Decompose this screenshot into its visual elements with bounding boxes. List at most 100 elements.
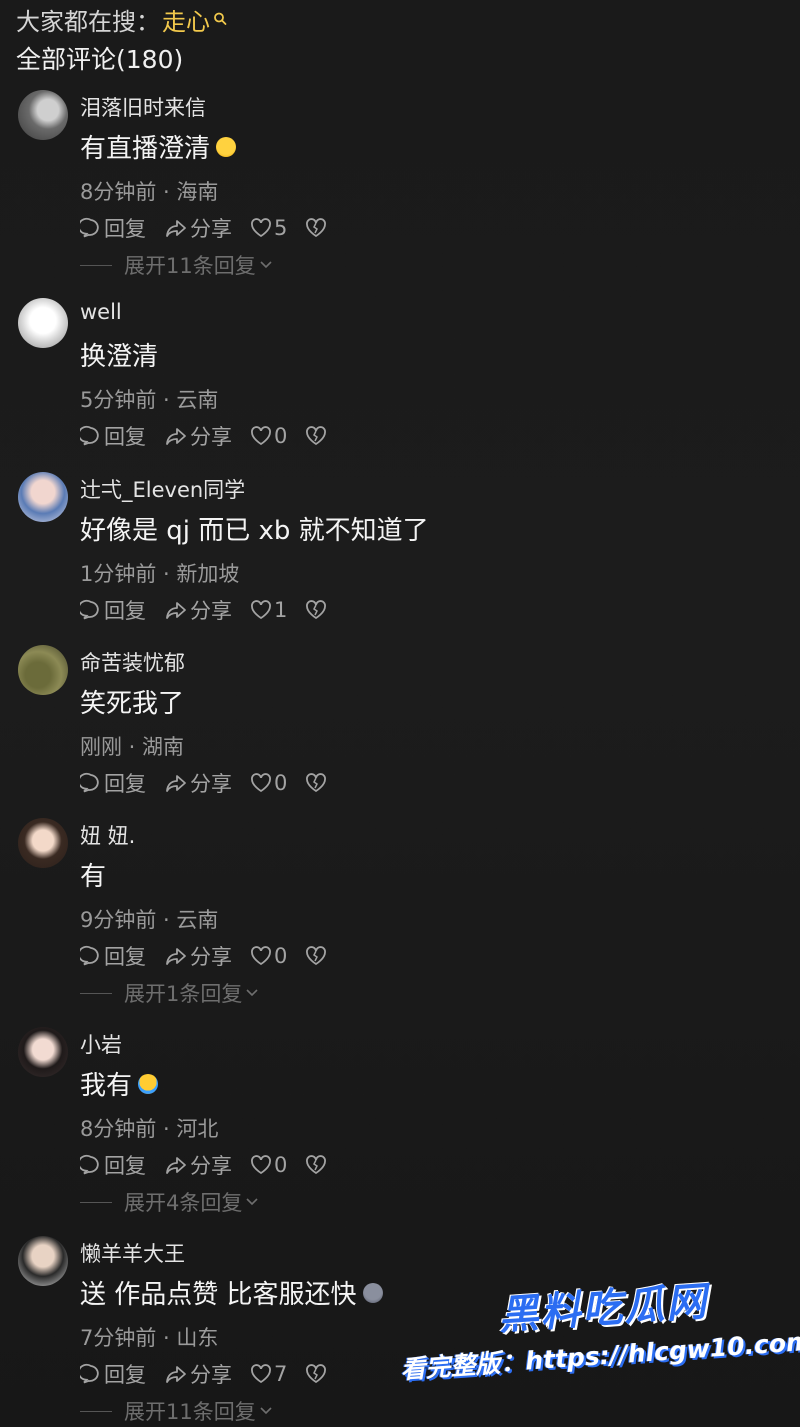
like-button[interactable]: 0 [250, 1153, 287, 1177]
comment-text: 换澄清 [80, 336, 158, 373]
avatar[interactable] [18, 298, 68, 348]
reply-bubble-icon [80, 1154, 99, 1175]
reply-button[interactable]: 回复 [80, 941, 146, 971]
share-label: 分享 [190, 599, 232, 623]
avatar[interactable] [18, 472, 68, 522]
like-count: 0 [274, 944, 288, 968]
expand-replies-button[interactable]: 展开11条回复 [80, 1398, 273, 1424]
share-button[interactable]: 分享 [164, 1150, 232, 1180]
comment-username[interactable]: 辻弌_Eleven同学 [80, 474, 245, 504]
comment-text-content: 换澄清 [80, 342, 159, 372]
reply-button[interactable]: 回复 [80, 421, 146, 451]
comment-actions: 回复 分享 0 [80, 769, 345, 797]
like-button[interactable]: 7 [250, 1362, 287, 1386]
broken-heart-icon [306, 946, 327, 966]
dislike-button[interactable] [305, 1364, 327, 1384]
reply-label: 回复 [104, 772, 146, 796]
reply-button[interactable]: 回复 [80, 1359, 146, 1389]
comment-username[interactable]: 懒羊羊大王 [80, 1238, 185, 1268]
comment-actions: 回复 分享 7 [80, 1360, 345, 1388]
avatar[interactable] [18, 1027, 68, 1077]
comment-username[interactable]: 妞 妞. [80, 820, 135, 850]
heart-icon [251, 426, 271, 446]
comment-username[interactable]: 命苦装忧郁 [80, 647, 185, 677]
comment-time-location: 5分钟前 · 云南 [80, 388, 219, 412]
search-hint-label: 大家都在搜： [16, 7, 160, 36]
reply-label: 回复 [104, 217, 146, 241]
divider [80, 1201, 112, 1203]
share-button[interactable]: 分享 [164, 213, 232, 243]
dislike-button[interactable] [305, 773, 327, 793]
comment-item: 懒羊羊大王 送 作品点赞 比客服还快 7分钟前 · 山东 回复 分享 7 展开1… [0, 1236, 800, 1427]
comment-item: 命苦装忧郁 笑死我了 刚刚 · 湖南 回复 分享 0 [0, 645, 800, 805]
share-button[interactable]: 分享 [164, 1359, 232, 1389]
avatar[interactable] [18, 645, 68, 695]
share-arrow-icon [166, 1366, 186, 1383]
expand-replies-button[interactable]: 展开11条回复 [80, 252, 273, 278]
reply-button[interactable]: 回复 [80, 213, 146, 243]
comment-text-content: 好像是 qj 而已 xb 就不知道了 [80, 516, 429, 546]
comment-time-location: 1分钟前 · 新加坡 [80, 562, 240, 586]
share-button[interactable]: 分享 [164, 421, 232, 451]
comment-text: 有直播澄清 [80, 128, 237, 165]
dislike-button[interactable] [305, 218, 327, 238]
search-keyword[interactable]: 走心 [162, 2, 210, 37]
reply-bubble-icon [80, 945, 99, 966]
dislike-button[interactable] [305, 600, 327, 620]
comment-text: 送 作品点赞 比客服还快 [80, 1274, 383, 1311]
comment-time-location: 刚刚 · 湖南 [80, 735, 185, 759]
share-button[interactable]: 分享 [164, 768, 232, 798]
like-button[interactable]: 1 [250, 598, 287, 622]
avatar[interactable] [18, 90, 68, 140]
share-button[interactable]: 分享 [164, 941, 232, 971]
broken-heart-icon [306, 1155, 327, 1175]
divider [80, 992, 112, 994]
reply-button[interactable]: 回复 [80, 1150, 146, 1180]
comment-actions: 回复 分享 0 [80, 422, 345, 450]
gray-face-emoji-icon [362, 1282, 383, 1303]
like-button[interactable]: 0 [250, 771, 287, 795]
dislike-button[interactable] [305, 1155, 327, 1175]
comment-item: 妞 妞. 有 9分钟前 · 云南 回复 分享 0 展开1条回复 [0, 818, 800, 1018]
expand-replies-label: 展开11条回复 [124, 1400, 256, 1424]
search-hint[interactable]: 大家都在搜： 走心 [16, 2, 227, 36]
share-arrow-icon [166, 428, 186, 445]
chevron-down-icon [260, 1407, 272, 1415]
comment-username[interactable]: 小岩 [80, 1029, 122, 1059]
comment-text-content: 有直播澄清 [80, 134, 211, 164]
chevron-down-icon [260, 261, 272, 269]
comment-item: 小岩 我有 8分钟前 · 河北 回复 分享 0 展开4条回复 [0, 1027, 800, 1227]
heart-icon [251, 773, 271, 793]
chevron-down-icon [246, 989, 258, 997]
like-button[interactable]: 0 [250, 944, 287, 968]
reply-label: 回复 [104, 945, 146, 969]
like-button[interactable]: 5 [250, 216, 287, 240]
heart-icon [251, 600, 271, 620]
comment-username[interactable]: 泪落旧时来信 [80, 92, 206, 122]
reply-button[interactable]: 回复 [80, 595, 146, 625]
reply-bubble-icon [80, 425, 99, 446]
comment-username[interactable]: well [80, 300, 122, 324]
expand-replies-button[interactable]: 展开1条回复 [80, 980, 259, 1006]
heart-icon [251, 1364, 271, 1384]
share-arrow-icon [166, 1157, 186, 1174]
like-count: 0 [274, 424, 288, 448]
search-icon[interactable] [213, 12, 227, 26]
divider [80, 1410, 112, 1412]
dislike-button[interactable] [305, 946, 327, 966]
comment-item: 辻弌_Eleven同学 好像是 qj 而已 xb 就不知道了 1分钟前 · 新加… [0, 472, 800, 632]
share-arrow-icon [166, 775, 186, 792]
share-button[interactable]: 分享 [164, 595, 232, 625]
like-button[interactable]: 0 [250, 424, 287, 448]
comment-time-location: 7分钟前 · 山东 [80, 1326, 219, 1350]
avatar[interactable] [18, 1236, 68, 1286]
share-label: 分享 [190, 1363, 232, 1387]
share-label: 分享 [190, 425, 232, 449]
reply-button[interactable]: 回复 [80, 768, 146, 798]
heart-icon [251, 218, 271, 238]
expand-replies-button[interactable]: 展开4条回复 [80, 1189, 259, 1215]
like-count: 7 [274, 1362, 288, 1386]
dislike-button[interactable] [305, 426, 327, 446]
avatar[interactable] [18, 818, 68, 868]
reply-bubble-icon [80, 217, 99, 238]
